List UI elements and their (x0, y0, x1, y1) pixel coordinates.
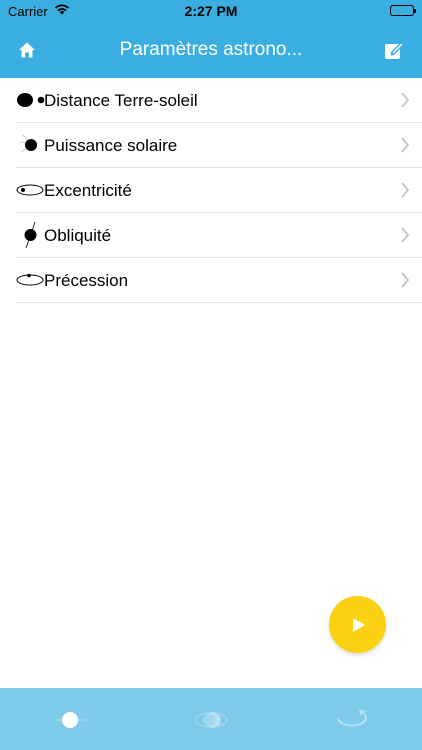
chevron-right-icon (401, 137, 410, 153)
home-button[interactable] (12, 36, 42, 64)
tab-rotation[interactable] (327, 700, 377, 740)
tab-sun[interactable] (45, 700, 95, 740)
list-item-label: Excentricité (44, 181, 132, 200)
rotation-tab-icon (337, 709, 367, 727)
sun-tab-icon (54, 712, 86, 728)
chevron-right-icon (401, 182, 410, 198)
status-time: 2:27 PM (184, 3, 238, 19)
play-button[interactable] (329, 596, 386, 653)
page-title: Paramètres astrono... (119, 39, 303, 60)
list-item-eccentricity[interactable]: Excentricité (16, 168, 422, 213)
list-item-label: Obliquité (44, 226, 112, 245)
list-item-label: Puissance solaire (44, 136, 178, 155)
list-item-obliquity[interactable]: Obliquité (16, 213, 422, 258)
parameters-list: Distance Terre-soleil Puissance solaire … (16, 78, 422, 303)
list-item-label: Distance Terre-soleil (44, 91, 198, 110)
edit-icon (385, 42, 404, 59)
home-icon (19, 42, 35, 58)
chevron-right-icon (401, 92, 410, 108)
orbit-tab-icon (194, 712, 228, 728)
list-item-label: Précession (44, 271, 129, 290)
list-item-distance[interactable]: Distance Terre-soleil (16, 78, 422, 123)
chevron-right-icon (401, 272, 410, 288)
status-bar: Carrier 2:27 PM (0, 0, 422, 22)
edit-button[interactable] (380, 36, 410, 64)
chevron-right-icon (401, 227, 410, 243)
tab-orbit[interactable] (186, 700, 236, 740)
list-item-solar-power[interactable]: Puissance solaire (16, 123, 422, 168)
battery-icon (390, 5, 416, 16)
navigation-bar: Paramètres astrono... (0, 22, 422, 78)
tab-bar (0, 688, 422, 750)
play-icon (352, 617, 365, 632)
list-item-precession[interactable]: Précession (16, 258, 422, 303)
